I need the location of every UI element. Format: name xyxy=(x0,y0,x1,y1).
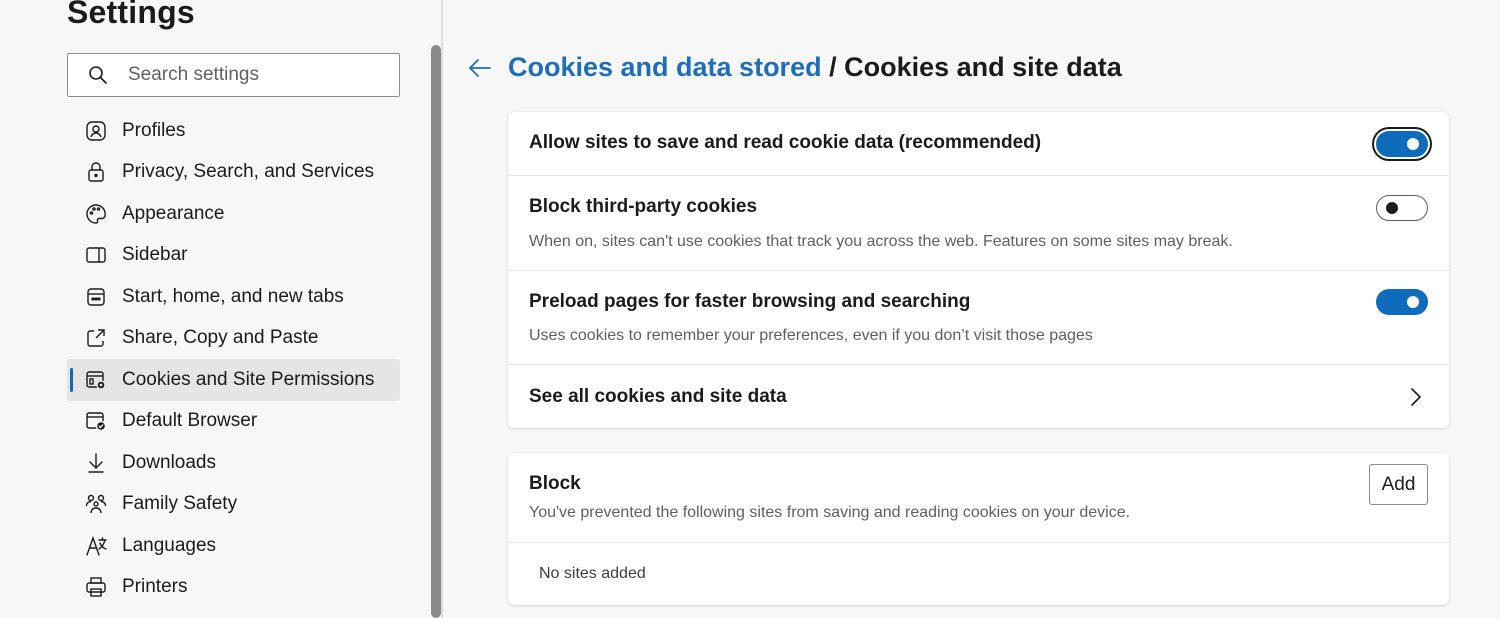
sidebar-item-privacy[interactable]: Privacy, Search, and Services xyxy=(67,152,400,194)
cookies-permissions-icon xyxy=(84,368,108,392)
breadcrumb-parent-link[interactable]: Cookies and data stored xyxy=(508,52,822,82)
search-input[interactable] xyxy=(128,64,388,86)
add-blocked-site-button[interactable]: Add xyxy=(1369,464,1428,505)
sidebar-item-downloads[interactable]: Downloads xyxy=(67,442,400,484)
sidebar-scrollbar[interactable] xyxy=(431,45,441,618)
sidebar-item-label: Printers xyxy=(122,576,188,598)
block-sites-card: Block You've prevented the following sit… xyxy=(508,453,1449,605)
main-content: Cookies and data stored / Cookies and si… xyxy=(445,0,1500,618)
settings-sidebar: Settings Profiles Privacy, Search, and S… xyxy=(0,0,443,618)
printer-icon xyxy=(84,575,108,599)
languages-icon xyxy=(84,534,108,558)
page-title: Cookies and site data xyxy=(844,52,1122,82)
sidebar-item-label: Languages xyxy=(122,534,217,556)
toggle-knob xyxy=(1407,138,1419,150)
profile-icon xyxy=(84,119,108,143)
sidebar-item-printers[interactable]: Printers xyxy=(67,567,400,609)
sidebar-item-label: Privacy, Search, and Services xyxy=(122,161,375,183)
family-icon xyxy=(84,492,108,516)
allow-cookies-row: Allow sites to save and read cookie data… xyxy=(508,112,1449,175)
sidebar-item-label: Sidebar xyxy=(122,244,188,266)
see-all-cookies-row[interactable]: See all cookies and site data xyxy=(508,364,1449,428)
search-icon xyxy=(88,65,108,85)
sidebar-item-profiles[interactable]: Profiles xyxy=(67,110,400,152)
sidebar-item-label: Default Browser xyxy=(122,410,258,432)
sidebar-item-label: Start, home, and new tabs xyxy=(122,285,344,307)
sidebar-item-share[interactable]: Share, Copy and Paste xyxy=(67,318,400,360)
sidebar-item-label: Family Safety xyxy=(122,493,238,515)
sidebar-item-default-browser[interactable]: Default Browser xyxy=(67,401,400,443)
sidebar-item-label: Profiles xyxy=(122,119,186,141)
sidebar-item-appearance[interactable]: Appearance xyxy=(67,193,400,235)
sidebar-item-sidebar[interactable]: Sidebar xyxy=(67,235,400,277)
toggle-knob xyxy=(1407,296,1419,308)
allow-cookies-toggle[interactable] xyxy=(1376,131,1428,157)
sidebar-item-languages[interactable]: Languages xyxy=(67,525,400,567)
sidebar-title: Settings xyxy=(67,0,195,30)
sidebar-item-label: Share, Copy and Paste xyxy=(122,327,319,349)
breadcrumb-separator: / xyxy=(829,52,837,82)
see-all-cookies-title: See all cookies and site data xyxy=(529,386,787,407)
block-title: Block xyxy=(529,473,581,494)
preload-pages-row: Preload pages for faster browsing and se… xyxy=(508,270,1449,364)
search-box[interactable] xyxy=(67,53,400,97)
block-description: You've prevented the following sites fro… xyxy=(529,504,1131,521)
preload-pages-toggle[interactable] xyxy=(1376,289,1428,315)
sidebar-item-label: Appearance xyxy=(122,202,225,224)
default-browser-icon xyxy=(84,409,108,433)
block-third-party-title: Block third-party cookies xyxy=(529,196,758,217)
lock-icon xyxy=(84,160,108,184)
empty-state-text: No sites added xyxy=(539,565,646,582)
palette-icon xyxy=(84,202,108,226)
sidebar-icon xyxy=(84,243,108,267)
block-third-party-description: When on, sites can't use cookies that tr… xyxy=(529,233,1233,250)
download-icon xyxy=(84,451,108,475)
sidebar-item-label: Cookies and Site Permissions xyxy=(122,368,375,390)
sidebar-item-family-safety[interactable]: Family Safety xyxy=(67,484,400,526)
block-header-row: Block You've prevented the following sit… xyxy=(508,453,1449,542)
breadcrumb: Cookies and data stored / Cookies and si… xyxy=(508,52,1122,83)
allow-cookies-title: Allow sites to save and read cookie data… xyxy=(529,132,1042,153)
sidebar-item-label: Downloads xyxy=(122,451,216,473)
block-third-party-toggle[interactable] xyxy=(1376,195,1428,221)
preload-pages-description: Uses cookies to remember your preference… xyxy=(529,327,1093,344)
blocked-sites-list xyxy=(508,542,1449,605)
home-tabs-icon xyxy=(84,285,108,309)
settings-nav: Profiles Privacy, Search, and Services A… xyxy=(67,110,400,608)
cookie-settings-card: Allow sites to save and read cookie data… xyxy=(508,112,1449,428)
sidebar-item-cookies[interactable]: Cookies and Site Permissions xyxy=(67,359,400,401)
chevron-right-icon xyxy=(1409,387,1423,407)
preload-pages-title: Preload pages for faster browsing and se… xyxy=(529,291,971,312)
back-arrow-icon[interactable] xyxy=(467,55,493,81)
block-third-party-row: Block third-party cookies When on, sites… xyxy=(508,175,1449,270)
toggle-knob xyxy=(1386,202,1398,214)
share-icon xyxy=(84,326,108,350)
sidebar-item-start-home[interactable]: Start, home, and new tabs xyxy=(67,276,400,318)
